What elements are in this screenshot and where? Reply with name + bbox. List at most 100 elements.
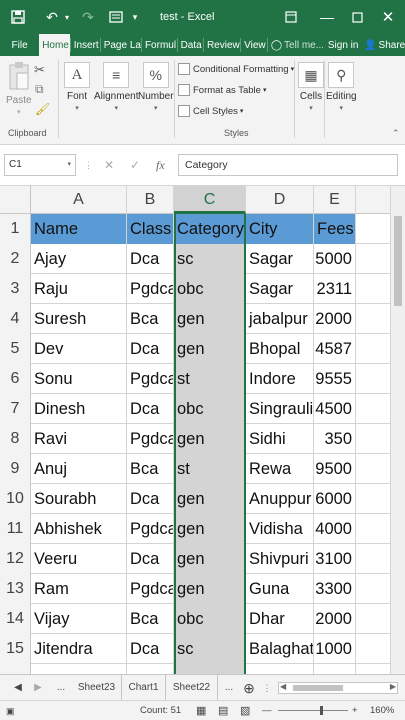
save-icon[interactable] (6, 0, 30, 34)
row-header[interactable]: 12 (0, 544, 31, 574)
table-cell[interactable]: Raju (31, 274, 127, 304)
horizontal-scrollbar[interactable]: ◀ ▶ (278, 682, 398, 694)
table-cell[interactable]: gen (174, 424, 246, 454)
header-cell[interactable]: Category (174, 214, 246, 244)
zoom-slider[interactable] (278, 701, 348, 720)
normal-view-icon[interactable]: ▦ (196, 701, 206, 720)
tab-review[interactable]: Review (204, 34, 240, 56)
table-cell[interactable]: Dca (127, 544, 174, 574)
row-header[interactable]: 9 (0, 454, 31, 484)
table-cell[interactable]: Bhopal (246, 334, 314, 364)
table-cell[interactable]: Indore (246, 364, 314, 394)
table-cell[interactable]: Dca (127, 634, 174, 664)
collapse-ribbon-icon[interactable]: ⌃ (392, 128, 400, 139)
scroll-left-icon[interactable]: ◀ (10, 675, 26, 701)
row-header[interactable]: 2 (0, 244, 31, 274)
table-cell[interactable] (314, 664, 356, 674)
table-cell[interactable]: gen (174, 544, 246, 574)
table-cell[interactable]: 2311 (314, 274, 356, 304)
conditional-formatting-button[interactable]: Conditional Formatting ▾ (178, 59, 294, 79)
table-cell[interactable]: Suresh (31, 304, 127, 334)
table-cell[interactable]: Dhar (246, 604, 314, 634)
table-cell[interactable]: Sagar (246, 274, 314, 304)
format-as-table-button[interactable]: Format as Table ▾ (178, 80, 266, 100)
table-cell[interactable]: Jitendra (31, 634, 127, 664)
cell-styles-button[interactable]: Cell Styles ▾ (178, 101, 243, 121)
tab-data[interactable]: Data (178, 34, 203, 56)
ribbon-display-icon[interactable] (280, 0, 302, 34)
table-cell[interactable]: sc (174, 244, 246, 274)
row-header[interactable]: 8 (0, 424, 31, 454)
page-layout-view-icon[interactable]: ▤ (218, 701, 228, 720)
format-painter-icon[interactable]: 🖌 (35, 102, 50, 116)
column-header-a[interactable]: A (31, 186, 127, 214)
table-cell[interactable]: st (174, 454, 246, 484)
alignment-button[interactable]: ≡ Alignment ▾ (94, 62, 138, 112)
table-cell[interactable]: Dca (127, 334, 174, 364)
table-cell[interactable]: Pgdca (127, 364, 174, 394)
table-cell[interactable]: gen (174, 304, 246, 334)
font-button[interactable]: A Font ▾ (64, 62, 90, 112)
form-icon[interactable] (104, 0, 128, 34)
tab-formulas[interactable]: Formul (142, 34, 177, 56)
table-cell[interactable]: 3300 (314, 574, 356, 604)
table-cell[interactable]: Dca (127, 394, 174, 424)
row-header[interactable]: 6 (0, 364, 31, 394)
insert-function-icon[interactable]: fx (156, 154, 165, 176)
row-header[interactable]: 7 (0, 394, 31, 424)
maximize-icon[interactable] (346, 0, 368, 34)
zoom-level[interactable]: 160% (370, 701, 394, 720)
row-header[interactable]: 13 (0, 574, 31, 604)
scroll-left-arrow-icon[interactable]: ◀ (280, 682, 286, 691)
table-cell[interactable]: Vijay (31, 604, 127, 634)
table-cell[interactable]: Pgdca (127, 424, 174, 454)
undo-dropdown-icon[interactable]: ▾ (62, 0, 72, 34)
table-cell[interactable]: 6000 (314, 484, 356, 514)
table-cell[interactable]: 4500 (314, 394, 356, 424)
table-cell[interactable]: Dev (31, 334, 127, 364)
row-header[interactable]: 4 (0, 304, 31, 334)
table-cell[interactable]: Sourabh (31, 484, 127, 514)
vertical-scrollbar[interactable] (390, 186, 405, 674)
cells-button[interactable]: ▦ Cells ▾ (298, 62, 324, 112)
horizontal-scroll-thumb[interactable] (293, 685, 343, 691)
table-cell[interactable]: gen (174, 574, 246, 604)
scroll-right-icon[interactable]: ▶ (30, 675, 46, 701)
table-cell[interactable]: Bca (127, 454, 174, 484)
table-cell[interactable]: Guna (246, 574, 314, 604)
table-cell[interactable]: Bca (127, 604, 174, 634)
tab-page-layout[interactable]: Page La (101, 34, 141, 56)
zoom-out-icon[interactable]: — (262, 701, 272, 720)
tab-file[interactable]: File (0, 34, 39, 56)
tab-view[interactable]: View (241, 34, 267, 56)
table-cell[interactable]: Ravi (31, 424, 127, 454)
table-cell[interactable]: gen (174, 514, 246, 544)
drag-handle-icon[interactable]: ⋮ (84, 154, 93, 176)
table-cell[interactable]: 1000 (314, 634, 356, 664)
table-cell[interactable]: Balaghat (246, 634, 314, 664)
table-cell[interactable]: Sidhi (246, 424, 314, 454)
table-cell[interactable]: Dca (127, 484, 174, 514)
table-cell[interactable]: Anuj (31, 454, 127, 484)
row-header[interactable]: 14 (0, 604, 31, 634)
table-cell[interactable] (31, 664, 127, 674)
table-cell[interactable]: obc (174, 394, 246, 424)
header-cell[interactable]: Class (127, 214, 174, 244)
column-header-b[interactable]: B (127, 186, 174, 214)
tab-home[interactable]: Home (39, 34, 70, 56)
sheet-tab-sheet23[interactable]: Sheet23 (72, 675, 122, 701)
header-cell[interactable]: Fees (314, 214, 356, 244)
table-cell[interactable]: Veeru (31, 544, 127, 574)
table-cell[interactable] (246, 664, 314, 674)
column-header-e[interactable]: E (314, 186, 356, 214)
close-icon[interactable]: ✕ (376, 0, 400, 34)
sheet-tab-chart1[interactable]: Chart1 (122, 675, 166, 701)
minimize-icon[interactable]: — (316, 0, 338, 34)
zoom-in-icon[interactable]: + (352, 701, 358, 720)
undo-icon[interactable]: ↶ (40, 0, 64, 34)
table-cell[interactable]: Anuppur (246, 484, 314, 514)
tab-insert[interactable]: Insert (71, 34, 100, 56)
table-cell[interactable]: Shivpuri (246, 544, 314, 574)
table-cell[interactable]: 5000 (314, 244, 356, 274)
table-cell[interactable]: 4587 (314, 334, 356, 364)
